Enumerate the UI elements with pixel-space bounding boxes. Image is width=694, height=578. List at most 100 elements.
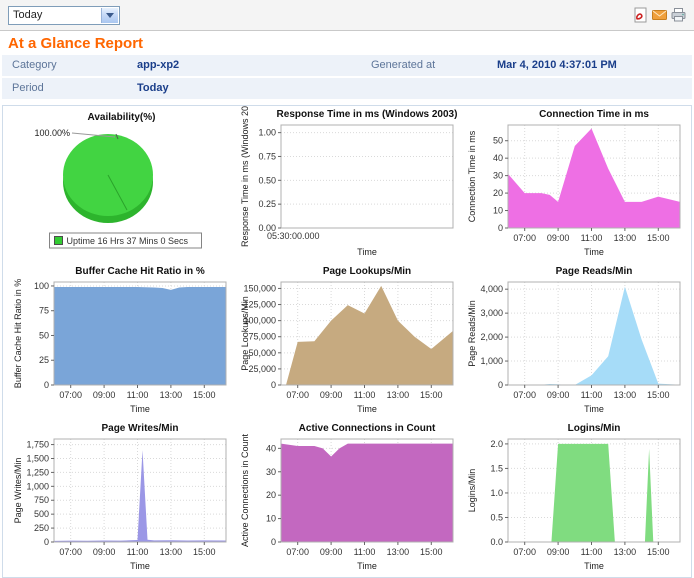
generated-at-label: Generated at [371, 59, 436, 71]
svg-text:13:00: 13:00 [387, 547, 410, 557]
svg-text:15:00: 15:00 [420, 547, 443, 557]
svg-text:07:00: 07:00 [513, 547, 536, 557]
period-dropdown[interactable]: Today [8, 6, 120, 25]
svg-text:15:00: 15:00 [193, 547, 216, 557]
email-icon[interactable] [652, 7, 667, 23]
svg-text:13:00: 13:00 [160, 547, 183, 557]
svg-text:0.75: 0.75 [258, 151, 276, 161]
svg-text:09:00: 09:00 [547, 390, 570, 400]
page-title: At a Glance Report [8, 35, 144, 52]
chart-connection-time: 0 10 20 30 40 50 07:00 09:00 11:00 13:00 15:00 Conn… [462, 106, 689, 263]
svg-text:Time: Time [584, 247, 604, 257]
print-icon[interactable] [671, 7, 686, 23]
svg-text:1,250: 1,250 [26, 467, 49, 477]
chart-response-time: 0.00 0.25 0.50 0.75 1.00 05:30:00.000 Response… [235, 106, 462, 263]
category-value: app-xp2 [137, 59, 180, 71]
svg-text:1.5: 1.5 [490, 463, 503, 473]
svg-text:Time: Time [357, 247, 377, 257]
svg-text:Time: Time [130, 404, 150, 414]
svg-text:11:00: 11:00 [127, 547, 149, 557]
svg-text:0.0: 0.0 [490, 537, 503, 547]
svg-text:11:00: 11:00 [354, 390, 376, 400]
svg-text:20: 20 [493, 188, 503, 198]
svg-text:75: 75 [39, 306, 49, 316]
chart-page-lookups-min: 0 25,000 50,000 75,000 100,000 125,000 150,000… [235, 263, 462, 420]
svg-text:25,000: 25,000 [248, 364, 276, 374]
chevron-down-icon[interactable] [101, 8, 118, 23]
svg-text:50: 50 [39, 330, 49, 340]
svg-text:07:00: 07:00 [59, 390, 82, 400]
svg-text:100.00%: 100.00% [34, 128, 70, 138]
svg-text:07:00: 07:00 [286, 547, 309, 557]
svg-text:1.0: 1.0 [490, 488, 503, 498]
svg-text:0.50: 0.50 [258, 175, 276, 185]
svg-text:Response Time in ms (Windows 2: Response Time in ms (Windows 2003) [277, 109, 458, 120]
svg-text:Buffer Cache Hit Ratio in %: Buffer Cache Hit Ratio in % [75, 266, 205, 277]
svg-text:150,000: 150,000 [243, 283, 276, 293]
chart-availability: Availability(%) 100.00% Uptime 16 Hrs 37 M… [8, 106, 235, 263]
svg-text:11:00: 11:00 [581, 233, 603, 243]
svg-text:09:00: 09:00 [320, 547, 343, 557]
svg-text:Page Reads/Min: Page Reads/Min [467, 300, 477, 367]
period-label: Period [12, 82, 44, 94]
svg-text:15:00: 15:00 [647, 547, 670, 557]
svg-text:1,500: 1,500 [26, 453, 49, 463]
svg-text:50: 50 [493, 136, 503, 146]
svg-text:4,000: 4,000 [480, 284, 503, 294]
period-value: Today [137, 82, 169, 94]
svg-text:0: 0 [44, 537, 49, 547]
svg-text:0: 0 [498, 223, 503, 233]
svg-text:1,000: 1,000 [480, 356, 503, 366]
svg-text:13:00: 13:00 [387, 390, 410, 400]
svg-text:3,000: 3,000 [480, 308, 503, 318]
svg-text:10: 10 [266, 514, 276, 524]
generated-at-value: Mar 4, 2010 4:37:01 PM [497, 59, 617, 71]
chart-buffer-cache-hit-ratio: 0 25 50 75 100 07:00 09:00 11:00 13:00 15:00 Buffe… [8, 263, 235, 420]
svg-text:1.00: 1.00 [258, 128, 276, 138]
svg-text:13:00: 13:00 [160, 390, 183, 400]
chart-page-reads-min: 0 1,000 2,000 3,000 4,000 07:00 09:00 11:00 13:0… [462, 263, 689, 420]
svg-text:30: 30 [266, 467, 276, 477]
svg-text:05:30:00.000: 05:30:00.000 [267, 231, 320, 241]
svg-text:50,000: 50,000 [248, 348, 276, 358]
svg-text:09:00: 09:00 [93, 547, 116, 557]
svg-text:Connection Time in ms: Connection Time in ms [467, 130, 477, 222]
svg-text:Logins/Min: Logins/Min [568, 423, 621, 434]
svg-text:15:00: 15:00 [420, 390, 443, 400]
svg-text:15:00: 15:00 [647, 233, 670, 243]
svg-text:2,000: 2,000 [480, 332, 503, 342]
chart-page-writes-min: 0 250 500 750 1,000 1,250 1,500 1,750 07:00 09:00… [8, 420, 235, 577]
pdf-export-icon[interactable] [633, 7, 648, 23]
svg-text:Buffer Cache Hit Ratio in %: Buffer Cache Hit Ratio in % [13, 279, 23, 388]
svg-text:100: 100 [34, 281, 49, 291]
svg-text:Time: Time [357, 404, 377, 414]
svg-text:11:00: 11:00 [127, 390, 149, 400]
svg-text:1,750: 1,750 [26, 440, 49, 450]
svg-text:Page Lookups/Min: Page Lookups/Min [323, 266, 411, 277]
svg-text:Time: Time [357, 561, 377, 571]
svg-text:2.0: 2.0 [490, 439, 503, 449]
svg-text:13:00: 13:00 [614, 233, 637, 243]
svg-text:07:00: 07:00 [513, 390, 536, 400]
svg-text:09:00: 09:00 [320, 390, 343, 400]
svg-text:Time: Time [130, 561, 150, 571]
svg-text:Logins/Min: Logins/Min [467, 469, 477, 513]
chart-logins-min: 0.0 0.5 1.0 1.5 2.0 07:00 09:00 11:00 13:00 15:00… [462, 420, 689, 577]
svg-text:Page Lookups/Min: Page Lookups/Min [240, 296, 250, 371]
svg-text:07:00: 07:00 [59, 547, 82, 557]
svg-text:Active Connections in Count: Active Connections in Count [299, 423, 436, 434]
svg-text:25: 25 [39, 355, 49, 365]
svg-text:10: 10 [493, 206, 503, 216]
svg-text:0.5: 0.5 [490, 512, 503, 522]
svg-text:Page Writes/Min: Page Writes/Min [101, 423, 178, 434]
svg-text:500: 500 [34, 509, 49, 519]
svg-text:Uptime 16 Hrs 37 Mins 0 Secs: Uptime 16 Hrs 37 Mins 0 Secs [67, 236, 189, 246]
svg-text:0.25: 0.25 [258, 199, 276, 209]
svg-text:11:00: 11:00 [354, 547, 376, 557]
svg-text:40: 40 [493, 153, 503, 163]
svg-text:13:00: 13:00 [614, 547, 637, 557]
svg-text:Time: Time [584, 404, 604, 414]
svg-text:Connection Time in ms: Connection Time in ms [539, 109, 649, 120]
svg-text:11:00: 11:00 [581, 390, 603, 400]
svg-text:30: 30 [493, 171, 503, 181]
